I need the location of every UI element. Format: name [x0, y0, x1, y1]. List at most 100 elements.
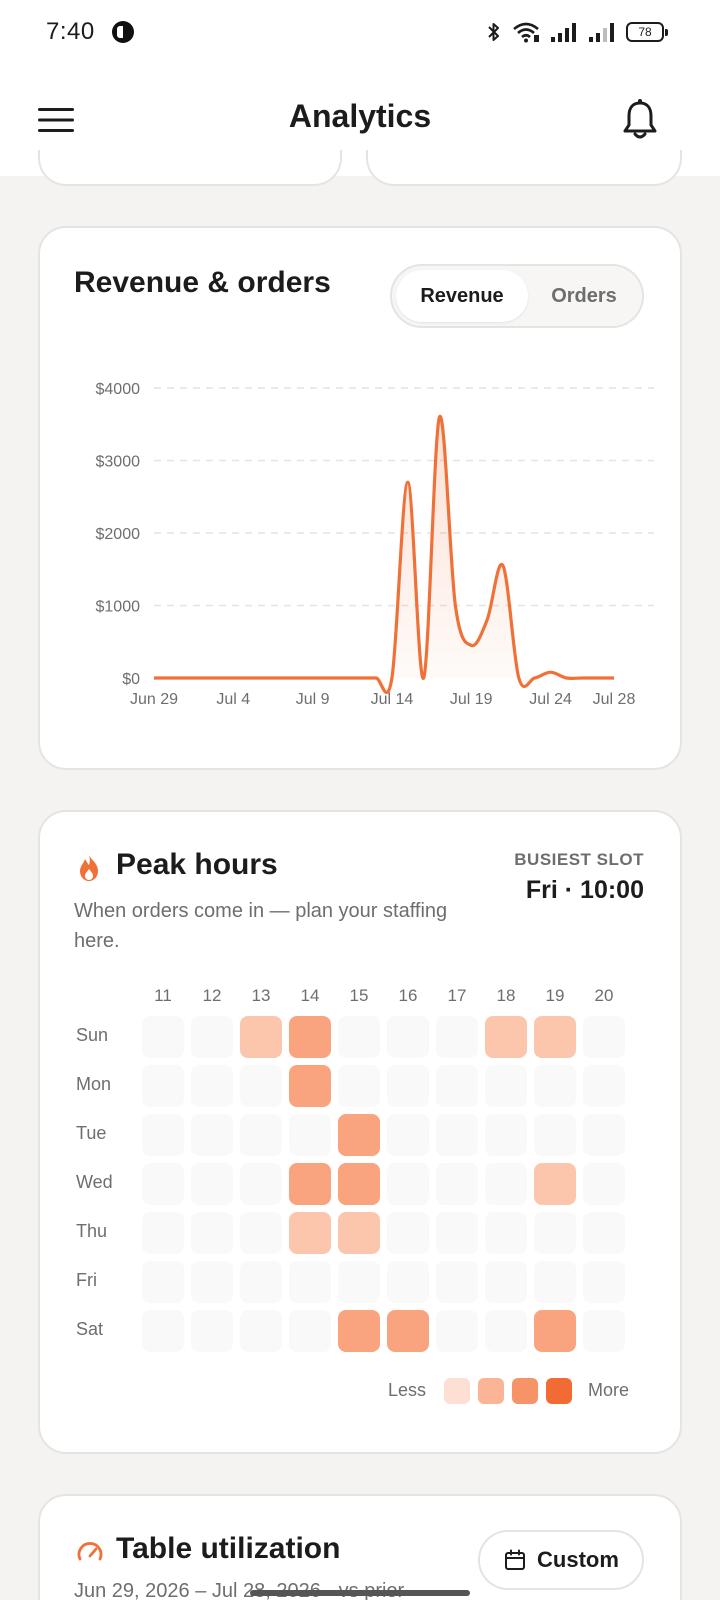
heatmap-cell[interactable] [485, 1114, 527, 1156]
heatmap-day-label: Tue [76, 1123, 107, 1143]
heatmap-cell[interactable] [583, 1212, 625, 1254]
heatmap-cell[interactable] [534, 1261, 576, 1303]
peak-subtitle-line-1: When orders come in — plan your staffing [74, 900, 448, 922]
heatmap-cell[interactable] [191, 1261, 233, 1303]
heatmap-hour-label: 13 [251, 986, 271, 1005]
heatmap-cell[interactable] [436, 1212, 478, 1254]
heatmap-cell[interactable] [338, 1261, 380, 1303]
heatmap-cell[interactable] [142, 1310, 184, 1352]
heatmap-cell[interactable] [142, 1212, 184, 1254]
heatmap-cell[interactable] [534, 1212, 576, 1254]
heatmap-day-label: Thu [76, 1221, 108, 1241]
heatmap-cell[interactable] [583, 1261, 625, 1303]
heatmap-cell[interactable] [289, 1065, 331, 1107]
heatmap-cell[interactable] [436, 1016, 478, 1058]
heatmap-day-label: Fri [76, 1270, 97, 1290]
notifications-button[interactable] [620, 98, 660, 142]
heatmap-cell[interactable] [191, 1212, 233, 1254]
x-tick-label: Jul 24 [529, 691, 572, 708]
heatmap-cell[interactable] [436, 1310, 478, 1352]
heatmap-cell[interactable] [289, 1114, 331, 1156]
heatmap-cell[interactable] [583, 1163, 625, 1205]
signal-weak-icon [589, 23, 614, 42]
toggle-orders[interactable]: Orders [528, 270, 640, 322]
custom-range-label: Custom [537, 1547, 619, 1572]
heatmap-cell[interactable] [191, 1163, 233, 1205]
heatmap-cell[interactable] [485, 1310, 527, 1352]
heatmap-cell[interactable] [436, 1065, 478, 1107]
heatmap-cell[interactable] [583, 1065, 625, 1107]
calendar-icon [505, 1549, 526, 1570]
legend-swatch-2 [478, 1378, 504, 1404]
heatmap-cell[interactable] [240, 1016, 282, 1058]
heatmap-cell[interactable] [534, 1163, 576, 1205]
heatmap-cell[interactable] [534, 1016, 576, 1058]
y-tick-label: $0 [122, 671, 140, 688]
heatmap-hour-label: 14 [300, 986, 320, 1005]
heatmap-cell[interactable] [338, 1114, 380, 1156]
custom-range-button[interactable]: Custom [478, 1530, 644, 1590]
heatmap-cell[interactable] [485, 1261, 527, 1303]
heatmap-cell[interactable] [142, 1163, 184, 1205]
revenue-card-title: Revenue & orders [74, 266, 331, 299]
heatmap-cell[interactable] [289, 1212, 331, 1254]
heatmap-cell[interactable] [289, 1261, 331, 1303]
heatmap-cell[interactable] [583, 1016, 625, 1058]
heatmap-cell[interactable] [583, 1310, 625, 1352]
heatmap-cell[interactable] [240, 1261, 282, 1303]
heatmap-cell[interactable] [338, 1065, 380, 1107]
heatmap-cell[interactable] [436, 1261, 478, 1303]
heatmap-cell[interactable] [142, 1261, 184, 1303]
heatmap-cell[interactable] [387, 1114, 429, 1156]
heatmap-cell[interactable] [534, 1065, 576, 1107]
signal-icon [551, 23, 576, 42]
gauge-icon [77, 1542, 103, 1561]
heatmap-hour-label: 16 [398, 986, 418, 1005]
heatmap-cell[interactable] [583, 1114, 625, 1156]
heatmap-cell[interactable] [289, 1310, 331, 1352]
y-tick-label: $3000 [96, 454, 141, 471]
heatmap-cell[interactable] [191, 1114, 233, 1156]
heatmap-cell[interactable] [240, 1065, 282, 1107]
heatmap-cell[interactable] [289, 1016, 331, 1058]
heatmap-cell[interactable] [240, 1114, 282, 1156]
heatmap-day-label: Sat [76, 1319, 104, 1339]
heatmap-cell[interactable] [485, 1016, 527, 1058]
heatmap-cell[interactable] [240, 1310, 282, 1352]
heatmap-cell[interactable] [387, 1261, 429, 1303]
heatmap-cell[interactable] [387, 1065, 429, 1107]
heatmap-cell[interactable] [485, 1065, 527, 1107]
heatmap-cell[interactable] [240, 1212, 282, 1254]
heatmap-cell[interactable] [338, 1016, 380, 1058]
heatmap-cell[interactable] [289, 1163, 331, 1205]
bluetooth-icon [488, 23, 499, 41]
heatmap-cell[interactable] [387, 1163, 429, 1205]
heatmap-cell[interactable] [534, 1114, 576, 1156]
heatmap-cell[interactable] [387, 1310, 429, 1352]
heatmap-cell[interactable] [142, 1065, 184, 1107]
busiest-slot-value: Fri · 10:00 [525, 876, 644, 904]
heatmap-cell[interactable] [338, 1163, 380, 1205]
x-tick-label: Jun 29 [130, 691, 178, 708]
heatmap-cell[interactable] [240, 1163, 282, 1205]
heatmap-cell[interactable] [191, 1310, 233, 1352]
heatmap-hour-label: 18 [496, 986, 516, 1005]
toggle-revenue[interactable]: Revenue [396, 270, 528, 322]
heatmap-day-label: Wed [76, 1172, 113, 1192]
heatmap-cell[interactable] [485, 1212, 527, 1254]
heatmap-cell[interactable] [142, 1016, 184, 1058]
heatmap-cell[interactable] [485, 1163, 527, 1205]
heatmap-cell[interactable] [191, 1016, 233, 1058]
heatmap-hour-label: 17 [447, 986, 467, 1005]
heatmap-hour-label: 11 [154, 986, 172, 1005]
heatmap-cell[interactable] [387, 1016, 429, 1058]
heatmap-cell[interactable] [142, 1114, 184, 1156]
heatmap-cell[interactable] [387, 1212, 429, 1254]
heatmap-cell[interactable] [338, 1310, 380, 1352]
heatmap-cell[interactable] [436, 1163, 478, 1205]
heatmap-cell[interactable] [534, 1310, 576, 1352]
heatmap-cell[interactable] [191, 1065, 233, 1107]
heatmap-cell[interactable] [338, 1212, 380, 1254]
heatmap-cell[interactable] [436, 1114, 478, 1156]
previous-card-right [366, 150, 682, 186]
